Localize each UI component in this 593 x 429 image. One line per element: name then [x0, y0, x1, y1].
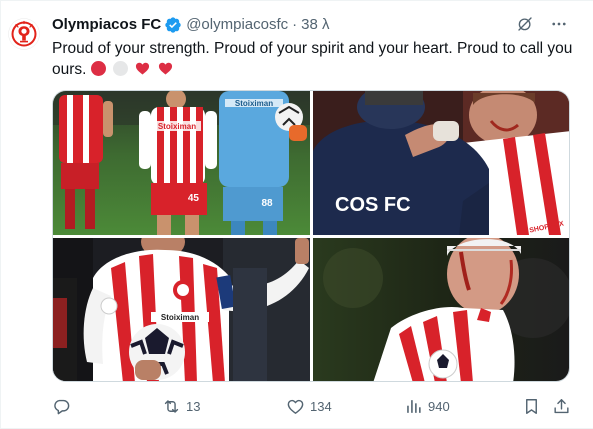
avatar[interactable]: [8, 18, 40, 50]
photo-captain-with-ball[interactable]: Stoiximan: [53, 238, 310, 381]
tweet-actions: 13 134 940: [52, 394, 572, 418]
verified-badge-icon[interactable]: [164, 16, 182, 34]
timestamp[interactable]: 38 λ: [301, 15, 329, 35]
tweet-header: Olympiacos FC @olympiacosfc · 38 λ: [52, 14, 573, 36]
reply-button[interactable]: [52, 394, 76, 418]
retweet-button[interactable]: 13: [162, 394, 200, 418]
shirt-number: 45: [188, 193, 200, 204]
views-button[interactable]: 940: [404, 394, 450, 418]
media-grid: Stoiximan 45 Stoiximan 88 SHOPFLIX COS F…: [52, 90, 570, 382]
reply-icon: [54, 399, 70, 414]
share-button[interactable]: [552, 394, 571, 418]
red-heart-icon: [135, 61, 150, 76]
display-name[interactable]: Olympiacos FC: [52, 15, 161, 35]
separator-dot: ·: [292, 16, 298, 33]
header-actions: [515, 14, 569, 34]
grok-icon[interactable]: [515, 14, 535, 34]
like-count: 134: [310, 398, 332, 414]
olympiacos-logo: [8, 18, 40, 50]
bookmark-icon: [526, 398, 537, 414]
retweet-icon: [164, 399, 179, 413]
photo-players-on-pitch[interactable]: Stoiximan 45 Stoiximan 88: [53, 91, 310, 235]
retweet-count: 13: [186, 398, 201, 414]
sponsor-text-2: Stoiximan: [235, 99, 273, 108]
jacket-text: COS FC: [335, 194, 411, 216]
red-heart-icon: [158, 61, 173, 76]
tweet-text: Proud of your strength. Proud of your sp…: [52, 38, 582, 80]
keeper-number: 88: [261, 198, 273, 209]
tweet[interactable]: Olympiacos FC @olympiacosfc · 38 λ Proud…: [0, 0, 593, 429]
white-circle-icon: [113, 61, 129, 76]
heart-icon: [287, 399, 304, 414]
photo-player-head-bandage[interactable]: [313, 238, 569, 381]
more-options-icon[interactable]: [549, 14, 569, 34]
share-icon: [554, 398, 569, 413]
photo-medic-treatment[interactable]: SHOPFLIX COS FC: [313, 91, 569, 235]
views-icon: [407, 399, 421, 413]
like-button[interactable]: 134: [286, 394, 332, 418]
red-circle-icon: [90, 61, 106, 76]
sponsor-text-3: Stoiximan: [161, 313, 199, 322]
handle[interactable]: @olympiacosfc: [186, 15, 288, 35]
views-count: 940: [428, 398, 450, 414]
sponsor-text-1: Stoiximan: [158, 122, 196, 131]
emoji-row: [90, 61, 176, 78]
bookmark-button[interactable]: [522, 394, 541, 418]
